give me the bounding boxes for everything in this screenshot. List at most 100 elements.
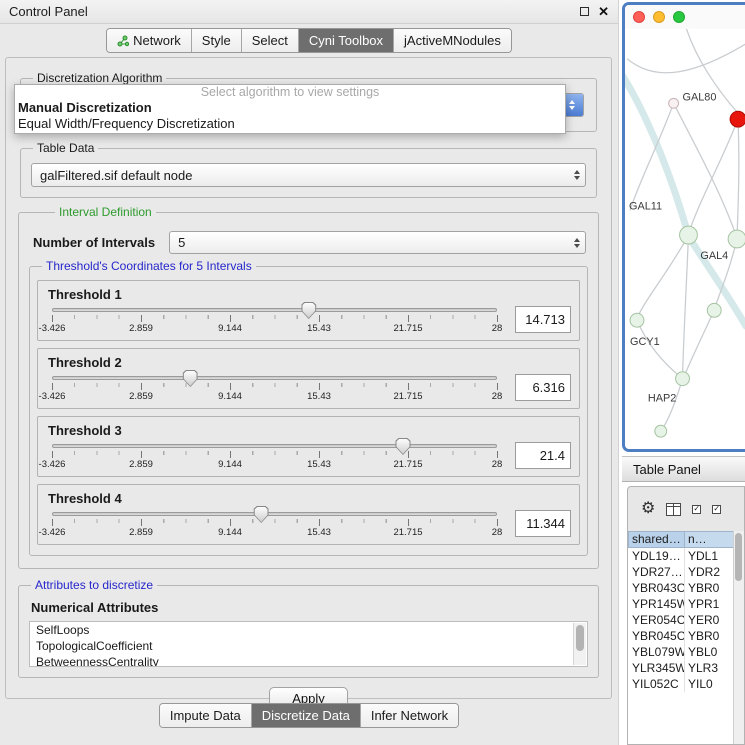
- scale-label: 28: [492, 323, 503, 334]
- table-row[interactable]: YDR27…YDR2: [628, 564, 744, 580]
- table-data-value: galFiltered.sif default node: [40, 168, 192, 183]
- zoom-traffic-light[interactable]: [673, 11, 685, 23]
- threshold-value-field[interactable]: 21.4: [515, 442, 571, 469]
- slider-ticks: [52, 315, 497, 322]
- column-selector-icon[interactable]: [666, 503, 681, 516]
- table-cell[interactable]: YPR145W: [628, 596, 685, 612]
- slider-thumb[interactable]: [395, 438, 410, 455]
- threshold-slider[interactable]: -3.4262.8599.14415.4321.71528: [46, 508, 507, 538]
- num-intervals-combobox[interactable]: 5: [169, 231, 586, 254]
- table-cell[interactable]: YBR045C: [628, 628, 685, 644]
- table-cell[interactable]: YER054C: [628, 612, 685, 628]
- scale-label: 2.859: [129, 527, 153, 538]
- table-cell[interactable]: YIL052C: [628, 676, 685, 692]
- slider-thumb[interactable]: [254, 506, 269, 523]
- scale-label: 21.715: [393, 527, 422, 538]
- slider-track[interactable]: [52, 376, 497, 380]
- bottom-tabbar: Impute Data Discretize Data Infer Networ…: [0, 703, 618, 728]
- table-row[interactable]: YDL19…YDL1: [628, 548, 744, 564]
- slider-scale: -3.4262.8599.14415.4321.71528: [52, 323, 497, 334]
- network-view-window[interactable]: GAL80 GAL11 GAL4 GCY1 HAP2: [622, 2, 745, 452]
- threshold-slider[interactable]: -3.4262.8599.14415.4321.71528: [46, 304, 507, 334]
- threshold-slider[interactable]: -3.4262.8599.14415.4321.71528: [46, 372, 507, 402]
- attributes-scrollbar[interactable]: [573, 623, 586, 665]
- network-node[interactable]: [728, 230, 745, 248]
- algorithm-option[interactable]: Equal Width/Frequency Discretization: [15, 116, 565, 132]
- tab-label: Network: [133, 33, 181, 48]
- network-canvas[interactable]: GAL80 GAL11 GAL4 GCY1 HAP2: [625, 29, 745, 449]
- slider-ticks: [52, 383, 497, 390]
- threshold-panel: Threshold 3 -3.4262.8599.14415.4321.7152…: [37, 416, 580, 477]
- undock-icon[interactable]: [580, 7, 589, 16]
- tab-style[interactable]: Style: [191, 29, 241, 52]
- threshold-label: Threshold 2: [48, 355, 571, 370]
- scale-label: 15.43: [307, 459, 331, 470]
- interval-group-label: Interval Definition: [55, 205, 156, 219]
- slider-ticks: [52, 451, 497, 458]
- table-cell[interactable]: YDR27…: [628, 564, 685, 580]
- network-node[interactable]: [669, 98, 679, 108]
- selected-network-node[interactable]: [730, 111, 745, 127]
- threshold-value-field[interactable]: 11.344: [515, 510, 571, 537]
- scrollbar-thumb[interactable]: [576, 625, 584, 651]
- table-data-group: Table Data galFiltered.sif default node: [20, 148, 597, 198]
- table-row[interactable]: YBL079WYBL0: [628, 644, 744, 660]
- network-node[interactable]: [680, 226, 698, 244]
- tab-label: Style: [202, 33, 231, 48]
- table-row[interactable]: YIL052CYIL0: [628, 676, 744, 692]
- tab-network[interactable]: Network: [107, 29, 191, 52]
- slider-thumb[interactable]: [301, 302, 316, 319]
- threshold-value-field[interactable]: 14.713: [515, 306, 571, 333]
- scale-label: -3.426: [39, 527, 66, 538]
- table-cell[interactable]: YDL19…: [628, 548, 685, 564]
- checkbox-icon[interactable]: [712, 505, 721, 514]
- threshold-value-field[interactable]: 6.316: [515, 374, 571, 401]
- table-cell[interactable]: YBR043C: [628, 580, 685, 596]
- close-traffic-light[interactable]: [633, 11, 645, 23]
- network-node[interactable]: [676, 372, 690, 386]
- tab-select[interactable]: Select: [241, 29, 298, 52]
- threshold-slider[interactable]: -3.4262.8599.14415.4321.71528: [46, 440, 507, 470]
- threshold-label: Threshold 3: [48, 423, 571, 438]
- gear-icon[interactable]: ⚙: [641, 501, 655, 517]
- table-cell[interactable]: YLR345W: [628, 660, 685, 676]
- scale-label: -3.426: [39, 391, 66, 402]
- checkbox-icon[interactable]: [692, 505, 701, 514]
- table-body: YDL19…YDL1YDR27…YDR2YBR043CYBR0YPR145WYP…: [628, 548, 744, 744]
- scrollbar-thumb[interactable]: [735, 533, 742, 581]
- control-panel-window: Control Panel ✕ Network Styl: [0, 0, 619, 745]
- slider-track[interactable]: [52, 308, 497, 312]
- tab-discretize-data[interactable]: Discretize Data: [251, 704, 360, 727]
- tab-infer-network[interactable]: Infer Network: [360, 704, 458, 727]
- slider-track[interactable]: [52, 444, 497, 448]
- network-node[interactable]: [655, 425, 667, 437]
- slider-thumb[interactable]: [183, 370, 198, 387]
- column-header-shared[interactable]: shared…: [628, 531, 685, 548]
- tab-impute-data[interactable]: Impute Data: [160, 704, 251, 727]
- node-label: GCY1: [630, 336, 660, 348]
- table-row[interactable]: YLR345WYLR3: [628, 660, 744, 676]
- close-icon[interactable]: ✕: [598, 7, 609, 17]
- tab-jactivemnodules[interactable]: jActiveMNodules: [393, 29, 511, 52]
- table-row[interactable]: YPR145WYPR1: [628, 596, 744, 612]
- attribute-item[interactable]: SelfLoops: [30, 622, 587, 638]
- slider-track[interactable]: [52, 512, 497, 516]
- tab-cyni-toolbox[interactable]: Cyni Toolbox: [298, 29, 393, 52]
- network-node[interactable]: [707, 303, 721, 317]
- attribute-item[interactable]: BetweennessCentrality: [30, 654, 587, 667]
- scale-label: 9.144: [218, 323, 242, 334]
- scale-label: 9.144: [218, 391, 242, 402]
- minimize-traffic-light[interactable]: [653, 11, 665, 23]
- table-data-combobox[interactable]: galFiltered.sif default node: [31, 163, 586, 187]
- table-row[interactable]: YER054CYER0: [628, 612, 744, 628]
- network-node[interactable]: [630, 313, 644, 327]
- combo-arrows-icon: [568, 164, 585, 186]
- table-row[interactable]: YBR043CYBR0: [628, 580, 744, 596]
- scale-label: 28: [492, 527, 503, 538]
- table-cell[interactable]: YBL079W: [628, 644, 685, 660]
- scale-label: 2.859: [129, 391, 153, 402]
- table-scrollbar[interactable]: [733, 531, 744, 744]
- algorithm-option[interactable]: Manual Discretization: [15, 100, 565, 116]
- table-row[interactable]: YBR045CYBR0: [628, 628, 744, 644]
- attribute-item[interactable]: TopologicalCoefficient: [30, 638, 587, 654]
